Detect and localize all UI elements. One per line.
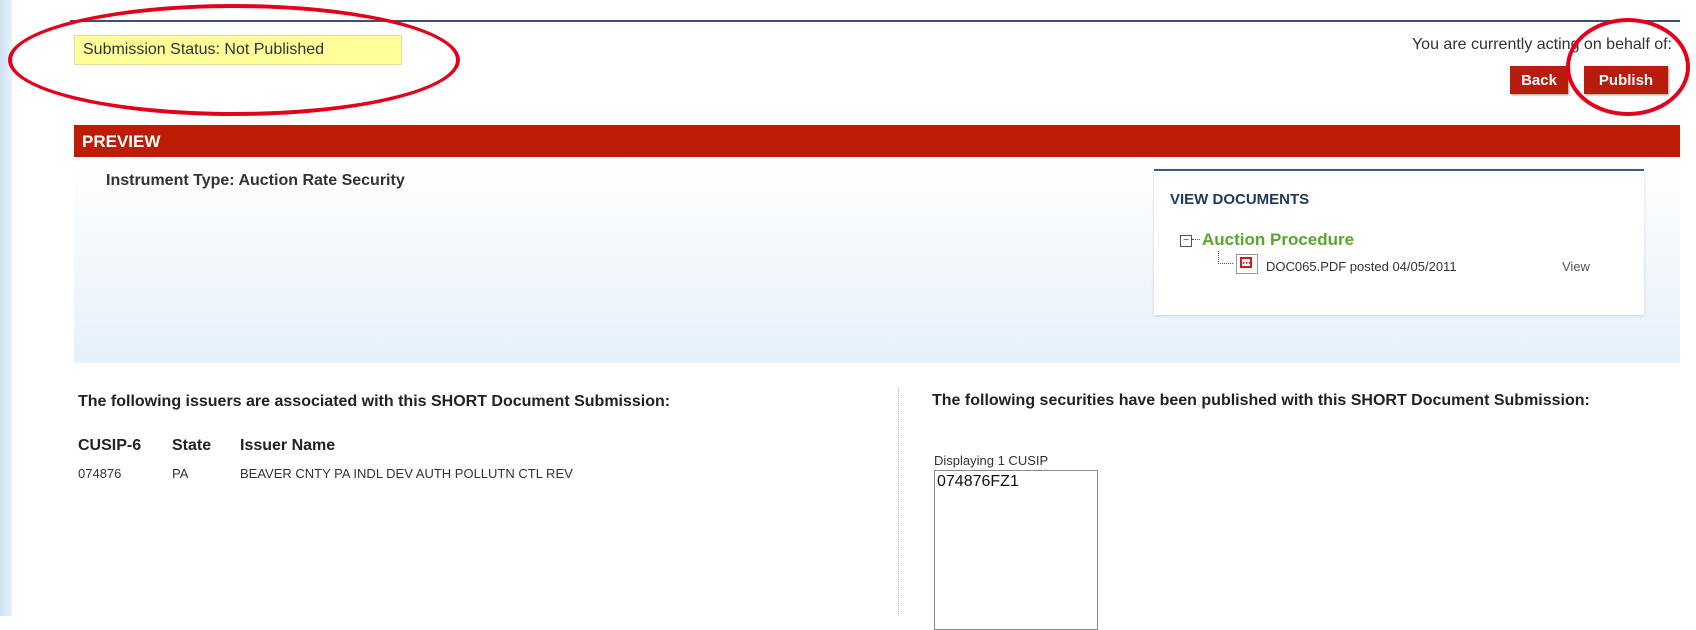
status-annotation-circle <box>8 4 460 116</box>
pdf-icon: ⋯ <box>1236 254 1258 274</box>
folder-auction-procedure[interactable]: Auction Procedure <box>1202 230 1354 250</box>
view-documents-box: VIEW DOCUMENTS − Auction Procedure ⋯ DOC… <box>1154 169 1644 315</box>
document-view-link[interactable]: View <box>1562 259 1590 274</box>
cusip-list-item[interactable]: 074876FZ1 <box>937 473 1019 491</box>
issuer-name-cell: BEAVER CNTY PA INDL DEV AUTH POLLUTN CTL… <box>240 466 573 481</box>
column-header-issuer-name: Issuer Name <box>240 437 336 454</box>
view-documents-title: VIEW DOCUMENTS <box>1170 191 1310 208</box>
pdf-mark-icon: ⋯ <box>1240 257 1252 268</box>
back-button[interactable]: Back <box>1510 66 1568 94</box>
collapse-toggle-icon[interactable]: − <box>1180 235 1192 247</box>
securities-heading: The following securities have been publi… <box>932 392 1590 409</box>
document-file-name: DOC065.PDF posted 04/05/2011 <box>1266 259 1457 274</box>
instrument-type-label: Instrument Type: Auction Rate Security <box>106 172 405 189</box>
column-header-state: State <box>172 437 212 454</box>
cusip-listbox[interactable]: 074876FZ1 <box>934 470 1098 630</box>
left-edge-strip <box>0 0 12 616</box>
tree-connector <box>1192 239 1200 240</box>
displaying-count-label: Displaying 1 CUSIP <box>934 453 1049 468</box>
issuers-heading: The following issuers are associated wit… <box>78 393 671 410</box>
preview-header-bar: PREVIEW <box>74 125 1680 157</box>
publish-annotation-circle <box>1566 18 1690 116</box>
tree-connector <box>1218 251 1233 264</box>
column-divider <box>898 388 899 616</box>
column-header-cusip6: CUSIP-6 <box>78 437 142 454</box>
issuer-state-cell: PA <box>172 466 189 481</box>
issuer-cusip6-cell: 074876 <box>78 466 122 481</box>
